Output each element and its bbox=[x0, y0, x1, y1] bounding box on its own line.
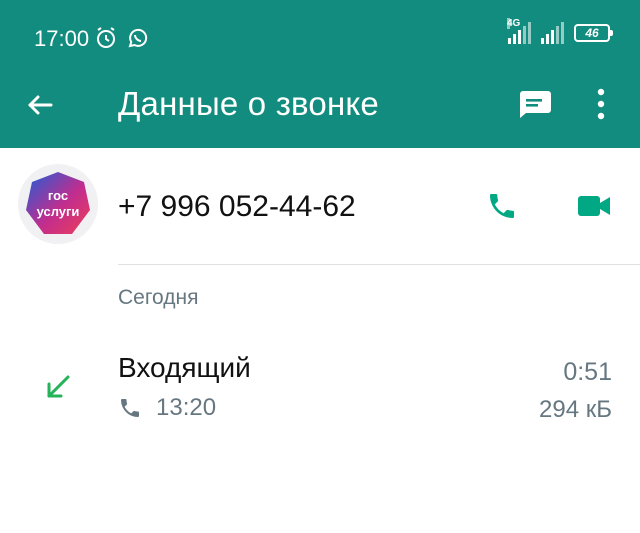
avatar-text-line1: гос bbox=[48, 188, 68, 203]
back-arrow-icon[interactable] bbox=[24, 89, 56, 121]
alarm-icon bbox=[97, 27, 115, 48]
signal-4g-icon: 4G bbox=[507, 18, 531, 44]
handset-icon bbox=[121, 399, 139, 417]
incoming-arrow-icon bbox=[47, 375, 70, 398]
call-data-size: 294 кБ bbox=[539, 396, 612, 423]
signal-icon bbox=[541, 22, 564, 44]
page-title: Данные о звонке bbox=[118, 85, 379, 122]
section-label-today: Сегодня bbox=[118, 286, 199, 309]
status-bar: 17:00 4G 46 bbox=[0, 0, 640, 75]
call-log-item[interactable]: Входящий 0:51 13:20 294 кБ bbox=[0, 348, 640, 428]
status-time: 17:00 bbox=[34, 26, 90, 51]
voice-call-icon[interactable] bbox=[486, 190, 518, 222]
call-time-row: 13:20 bbox=[118, 394, 216, 422]
avatar-text-line2: услуги bbox=[37, 204, 80, 219]
battery-level: 46 bbox=[585, 26, 599, 40]
divider bbox=[118, 264, 640, 265]
phone-number: +7 996 052-44-62 bbox=[118, 190, 356, 223]
message-icon[interactable] bbox=[516, 89, 552, 119]
call-duration: 0:51 bbox=[563, 358, 612, 386]
video-call-icon[interactable] bbox=[576, 192, 612, 220]
battery-icon: 46 bbox=[574, 24, 613, 42]
gosuslugi-logo-icon: гос услуги bbox=[26, 172, 90, 234]
avatar[interactable]: гос услуги bbox=[18, 164, 98, 244]
app-bar: Данные о звонке bbox=[0, 75, 640, 148]
contact-row[interactable]: гос услуги +7 996 052-44-62 bbox=[0, 160, 640, 256]
whatsapp-icon bbox=[128, 28, 148, 48]
call-time: 13:20 bbox=[156, 394, 217, 421]
status-left-icons bbox=[94, 26, 150, 50]
call-type: Входящий bbox=[118, 352, 251, 383]
more-vert-icon[interactable] bbox=[590, 87, 612, 121]
status-right-icons: 4G 46 bbox=[507, 18, 613, 44]
network-type: 4G bbox=[507, 18, 521, 29]
